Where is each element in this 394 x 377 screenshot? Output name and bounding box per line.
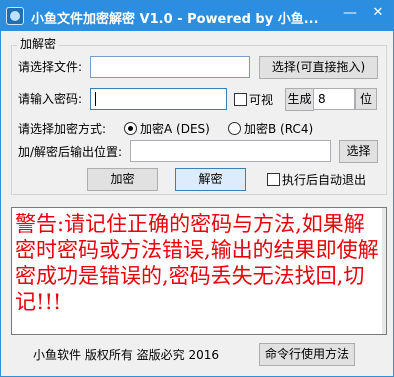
cli-help-button[interactable]: 命令行使用方法 <box>259 343 355 366</box>
file-label: 请选择文件: <box>18 60 83 74</box>
minimize-icon[interactable]: — <box>336 2 364 26</box>
password-length-input[interactable]: 8 <box>313 88 355 110</box>
close-icon[interactable]: ✕ <box>364 2 392 26</box>
main-window: 小鱼文件加密解密 V1.0 - Powered by 小鱼... — ✕ 加解密… <box>0 0 394 377</box>
method-label: 请选择加密方式: <box>18 122 107 136</box>
title-bar[interactable]: 小鱼文件加密解密 V1.0 - Powered by 小鱼... — ✕ <box>1 1 393 31</box>
auto-exit-checkbox[interactable] <box>267 173 280 186</box>
method-a-radio[interactable] <box>124 122 137 135</box>
scrollbar[interactable] <box>382 208 386 334</box>
encrypt-button[interactable]: 加密 <box>87 168 158 191</box>
text-caret <box>95 92 96 106</box>
method-b-label: 加密B (RC4) <box>244 122 314 136</box>
warning-text: 警告:请记住正确的密码与方法,如果解密时密码或方法错误,输出的结果即使解密成功是… <box>15 212 379 314</box>
show-password-label: 可视 <box>249 93 274 107</box>
warning-textbox[interactable]: 警告:请记住正确的密码与方法,如果解密时密码或方法错误,输出的结果即使解密成功是… <box>11 207 387 335</box>
decrypt-button[interactable]: 解密 <box>175 168 246 191</box>
auto-exit-label: 执行后自动退出 <box>282 173 367 187</box>
browse-output-button[interactable]: 选择 <box>339 140 378 163</box>
password-input[interactable] <box>90 88 227 110</box>
file-path-input[interactable] <box>90 56 250 78</box>
method-b-radio[interactable] <box>228 122 241 135</box>
show-password-checkbox[interactable] <box>234 93 247 106</box>
output-label: 加/解密后输出位置: <box>18 145 123 159</box>
generate-password-button[interactable]: 生成 <box>285 88 314 111</box>
password-label: 请输入密码: <box>18 92 83 106</box>
length-unit-button[interactable]: 位 <box>355 88 377 110</box>
method-a-label: 加密A (DES) <box>140 122 210 136</box>
window-title: 小鱼文件加密解密 V1.0 - Powered by 小鱼... <box>31 12 319 26</box>
browse-file-button[interactable]: 选择(可直接拖入) <box>259 56 378 79</box>
copyright-text: 小鱼软件 版权所有 盗版必究 2016 <box>33 348 219 362</box>
output-path-input[interactable] <box>130 140 331 162</box>
app-icon <box>6 7 24 25</box>
group-title: 加解密 <box>17 37 60 51</box>
